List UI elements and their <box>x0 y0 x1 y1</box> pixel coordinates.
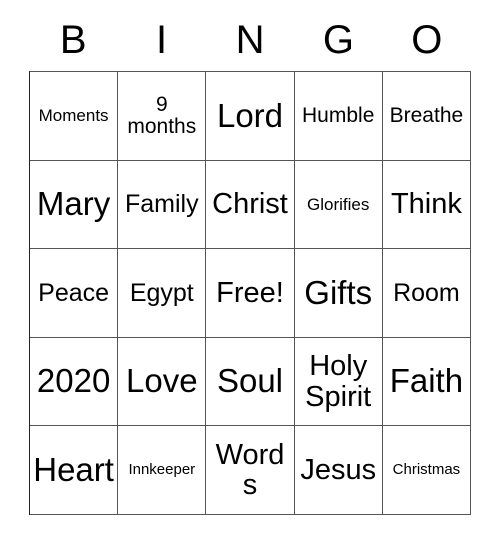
bingo-cell[interactable]: Think <box>382 160 472 250</box>
bingo-cell-label: Lord <box>216 96 284 134</box>
bingo-cell[interactable]: Room <box>382 249 472 338</box>
bingo-cell[interactable]: Holy Spirit <box>294 337 383 427</box>
bingo-cell-label: Innkeeper <box>128 461 196 479</box>
bingo-cell[interactable]: Glorifies <box>294 160 383 250</box>
bingo-header-row: B I N G O <box>29 14 471 66</box>
bingo-cell-label: Christmas <box>392 461 461 479</box>
bingo-cell[interactable]: Lord <box>206 72 295 161</box>
bingo-cell[interactable]: Faith <box>382 337 472 427</box>
bingo-cell[interactable]: Peace <box>30 249 119 338</box>
bingo-cell-label: Words <box>215 439 285 502</box>
bingo-cell-label: Love <box>126 362 198 400</box>
header-letter-n: N <box>235 18 265 62</box>
bingo-cell-label: Soul <box>216 362 284 400</box>
bingo-cell[interactable]: Words <box>206 426 295 515</box>
bingo-cell-label: Heart <box>33 451 114 489</box>
bingo-cell[interactable]: Humble <box>294 72 383 161</box>
bingo-cell[interactable]: Egypt <box>118 249 207 338</box>
bingo-cell-label: Mary <box>36 185 111 223</box>
header-letter-g: G <box>322 18 354 62</box>
bingo-cell[interactable]: Christmas <box>382 426 472 515</box>
bingo-row: Heart Innkeeper Words Jesus Christmas <box>30 426 472 515</box>
bingo-cell-label: 9 months <box>127 92 197 138</box>
bingo-cell-label: Gifts <box>304 273 373 311</box>
bingo-cell-label: Christ <box>212 188 288 221</box>
bingo-cell[interactable]: Innkeeper <box>118 426 207 515</box>
bingo-row: Mary Family Christ Glorifies Think <box>30 160 472 250</box>
bingo-cell[interactable]: Family <box>118 160 207 250</box>
bingo-row: Peace Egypt Free! Gifts Room <box>30 249 472 338</box>
bingo-grid: Moments 9 months Lord Humble Breathe Mar… <box>29 71 472 515</box>
bingo-cell[interactable]: 9 months <box>118 72 207 161</box>
bingo-cell[interactable]: 2020 <box>30 337 119 427</box>
bingo-row: 2020 Love Soul Holy Spirit Faith <box>30 337 472 427</box>
bingo-cell[interactable]: Mary <box>30 160 119 250</box>
bingo-cell[interactable]: Christ <box>206 160 295 250</box>
bingo-cell[interactable]: Gifts <box>294 249 383 338</box>
bingo-cell-label: Free! <box>216 276 284 309</box>
bingo-cell-label: Room <box>393 278 460 307</box>
bingo-cell[interactable]: Moments <box>30 72 119 161</box>
bingo-cell-label: 2020 <box>36 362 111 400</box>
bingo-cell[interactable]: Soul <box>206 337 295 427</box>
bingo-cell-label: Breathe <box>389 103 464 127</box>
bingo-cell[interactable]: Breathe <box>382 72 472 161</box>
bingo-cell-label: Humble <box>302 103 375 127</box>
bingo-cell[interactable]: Heart <box>30 426 119 515</box>
bingo-cell-label: Family <box>125 190 199 219</box>
header-letter-b: B <box>59 18 87 62</box>
bingo-cell[interactable]: Free! <box>206 249 295 338</box>
bingo-cell-label: Glorifies <box>307 194 370 214</box>
bingo-row: Moments 9 months Lord Humble Breathe <box>30 72 472 161</box>
bingo-cell-label: Jesus <box>300 454 377 487</box>
bingo-cell-label: Peace <box>38 278 110 307</box>
bingo-cell[interactable]: Love <box>118 337 207 427</box>
bingo-card: B I N G O Moments 9 months Lord Humble B… <box>0 0 500 544</box>
bingo-cell-label: Think <box>390 188 462 221</box>
header-letter-o: O <box>411 18 443 62</box>
bingo-cell-label: Moments <box>38 105 109 125</box>
bingo-cell-label: Egypt <box>129 278 194 307</box>
header-letter-i: I <box>156 18 168 62</box>
bingo-cell[interactable]: Jesus <box>294 426 383 515</box>
bingo-cell-label: Faith <box>389 362 464 400</box>
bingo-cell-label: Holy Spirit <box>305 350 372 413</box>
